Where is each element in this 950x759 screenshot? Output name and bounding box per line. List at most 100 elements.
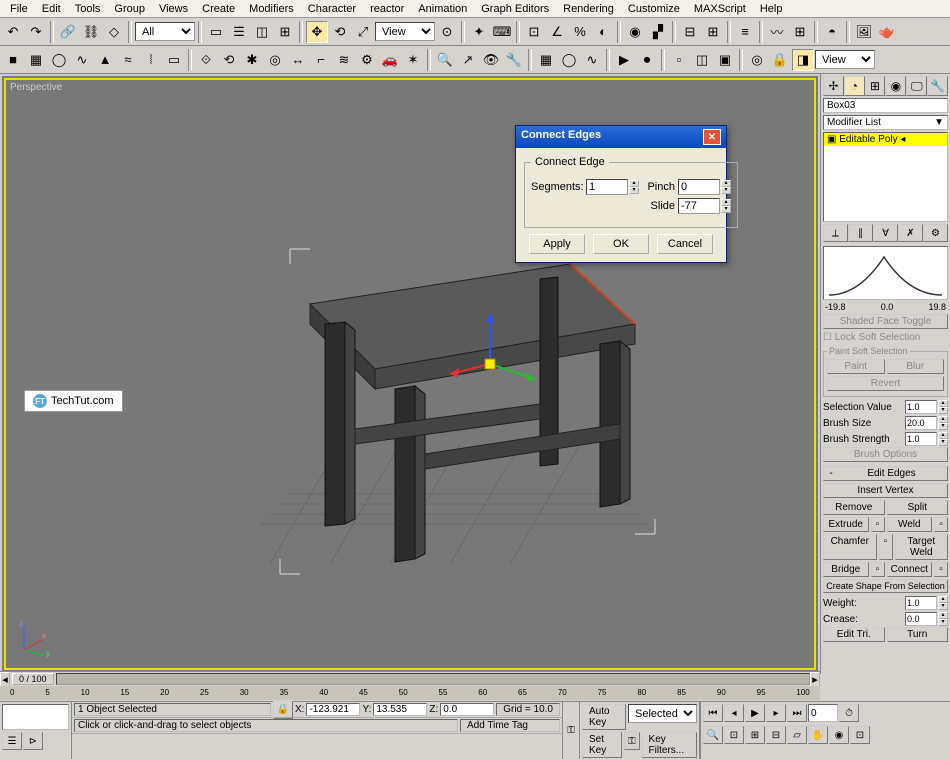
brush-size-input[interactable] — [905, 416, 937, 430]
snap-icon[interactable]: ⊡ — [523, 21, 545, 43]
pinch-input[interactable] — [678, 179, 720, 195]
motion-tab-icon[interactable]: ◉ — [885, 76, 906, 96]
plane-icon[interactable]: ▭ — [163, 49, 185, 71]
material-icon[interactable]: ◓ — [821, 21, 843, 43]
softbody-mod-icon[interactable]: ◯ — [558, 49, 580, 71]
cloth-mod-icon[interactable]: ▦ — [535, 49, 557, 71]
create-anim-icon[interactable]: ⏺ — [636, 49, 658, 71]
configure-icon[interactable]: ⚙ — [923, 224, 948, 242]
tool8-icon[interactable]: ▣ — [714, 49, 736, 71]
create-tab-icon[interactable]: ✢ — [823, 76, 844, 96]
turn-button[interactable]: Turn — [887, 627, 949, 642]
menu-tools[interactable]: Tools — [69, 2, 107, 15]
mirror-icon[interactable]: ▞ — [647, 21, 669, 43]
z-coord-input[interactable] — [440, 703, 494, 716]
soft-body-icon[interactable]: ◯ — [48, 49, 70, 71]
remove-mod-icon[interactable]: ✗ — [898, 224, 923, 242]
zoom-icon[interactable]: 🔍 — [703, 726, 723, 744]
key-icon[interactable]: ⚿ — [567, 725, 575, 736]
menu-reactor[interactable]: reactor — [364, 2, 410, 15]
chamfer-settings-icon[interactable]: ▫ — [879, 534, 893, 560]
tool10-icon[interactable]: 🔒 — [769, 49, 791, 71]
menu-modifiers[interactable]: Modifiers — [243, 2, 300, 15]
redo-icon[interactable]: ↷ — [25, 21, 47, 43]
stack-editable-poly[interactable]: ▣ Editable Poly ◂ — [824, 133, 947, 146]
display-icon[interactable]: 👁 — [480, 49, 502, 71]
modify-tab-icon[interactable]: ◔ — [844, 76, 865, 96]
keyboard-icon[interactable]: ⌨ — [491, 21, 513, 43]
rotate-icon[interactable]: ⟲ — [329, 21, 351, 43]
percent-snap-icon[interactable]: % — [569, 21, 591, 43]
object-name-field[interactable]: Box03 — [823, 98, 948, 113]
unlink-icon[interactable]: ⛓ — [80, 21, 102, 43]
show-result-icon[interactable]: ∥ — [848, 224, 873, 242]
bridge-settings-icon[interactable]: ▫ — [871, 562, 885, 577]
toy-car-icon[interactable]: 🚗 — [379, 49, 401, 71]
deforming-mesh-icon[interactable]: ▲ — [94, 49, 116, 71]
next-frame-icon[interactable]: ▸ — [766, 704, 786, 722]
brush-strength-input[interactable] — [905, 432, 937, 446]
ref-coord-combo[interactable]: View — [375, 22, 435, 41]
util-icon[interactable]: 🔧 — [503, 49, 525, 71]
set-key-button[interactable]: Set Key — [582, 732, 622, 758]
goto-start-icon[interactable]: ⏮ — [703, 704, 723, 722]
key-icon2[interactable]: ⚿ — [624, 732, 639, 750]
slide-input[interactable] — [678, 198, 720, 214]
menu-customize[interactable]: Customize — [622, 2, 686, 15]
pin-stack-icon[interactable]: ⟂ — [823, 224, 848, 242]
blur-button[interactable]: Blur — [887, 359, 945, 374]
curve-editor-icon[interactable]: 〰 — [766, 21, 788, 43]
menu-help[interactable]: Help — [754, 2, 789, 15]
prev-frame-icon[interactable]: ◂ — [724, 704, 744, 722]
menu-rendering[interactable]: Rendering — [557, 2, 620, 15]
time-slider[interactable]: ◂ 0 / 100 ▸ — [0, 672, 820, 686]
water-icon[interactable]: ≈ — [117, 49, 139, 71]
ragdoll-icon[interactable]: ✱ — [241, 49, 263, 71]
menu-views[interactable]: Views — [153, 2, 194, 15]
current-frame-input[interactable] — [808, 704, 838, 722]
preview-icon[interactable]: ▶ — [613, 49, 635, 71]
key-mode-combo[interactable]: Selected — [628, 704, 697, 723]
select-region-icon[interactable]: ◫ — [251, 21, 273, 43]
prismatic-icon[interactable]: ↔ — [287, 49, 309, 71]
time-slider-thumb[interactable]: 0 / 100 — [12, 673, 54, 685]
rope-mod-icon[interactable]: ∿ — [581, 49, 603, 71]
tool9-icon[interactable]: ◎ — [746, 49, 768, 71]
motor-icon[interactable]: ⚙ — [356, 49, 378, 71]
zoom-all-icon[interactable]: ⊡ — [724, 726, 744, 744]
link-icon[interactable]: 🔗 — [57, 21, 79, 43]
menu-animation[interactable]: Animation — [412, 2, 473, 15]
bind-icon[interactable]: ◇ — [103, 21, 125, 43]
select-icon[interactable]: ▭ — [205, 21, 227, 43]
edit-edges-rollout[interactable]: -Edit Edges — [823, 466, 948, 481]
display-tab-icon[interactable]: 🖵 — [906, 76, 927, 96]
menu-file[interactable]: File — [4, 2, 34, 15]
menu-maxscript[interactable]: MAXScript — [688, 2, 752, 15]
extrude-settings-icon[interactable]: ▫ — [871, 517, 885, 532]
angle-snap-icon[interactable]: ∠ — [546, 21, 568, 43]
menu-group[interactable]: Group — [108, 2, 151, 15]
view-combo-2[interactable]: View — [815, 50, 875, 69]
undo-icon[interactable]: ↶ — [2, 21, 24, 43]
menu-grapheditors[interactable]: Graph Editors — [475, 2, 555, 15]
menu-edit[interactable]: Edit — [36, 2, 67, 15]
weld-settings-icon[interactable]: ▫ — [934, 517, 948, 532]
spinner-up-icon[interactable]: ▴ — [629, 180, 639, 187]
ok-button[interactable]: OK — [593, 234, 649, 254]
create-shape-button[interactable]: Create Shape From Selection — [823, 579, 948, 593]
zoom-extents-all-icon[interactable]: ⊟ — [766, 726, 786, 744]
hinge-icon[interactable]: ⟲ — [218, 49, 240, 71]
time-config-icon[interactable]: ⏱ — [839, 704, 859, 722]
pan-icon[interactable]: ✋ — [808, 726, 828, 744]
analyze-icon[interactable]: 🔍 — [434, 49, 456, 71]
weld-button[interactable]: Weld — [887, 517, 933, 532]
tool6-icon[interactable]: ▫ — [668, 49, 690, 71]
cancel-button[interactable]: Cancel — [657, 234, 713, 254]
goto-end-icon[interactable]: ⏭ — [787, 704, 807, 722]
revert-button[interactable]: Revert — [827, 376, 944, 391]
maximize-viewport-icon[interactable]: ⊡ — [850, 726, 870, 744]
export-icon[interactable]: ↗ — [457, 49, 479, 71]
chamfer-button[interactable]: Chamfer — [823, 534, 877, 560]
cloth-icon[interactable]: ▦ — [25, 49, 47, 71]
brush-options-button[interactable]: Brush Options — [823, 447, 948, 462]
